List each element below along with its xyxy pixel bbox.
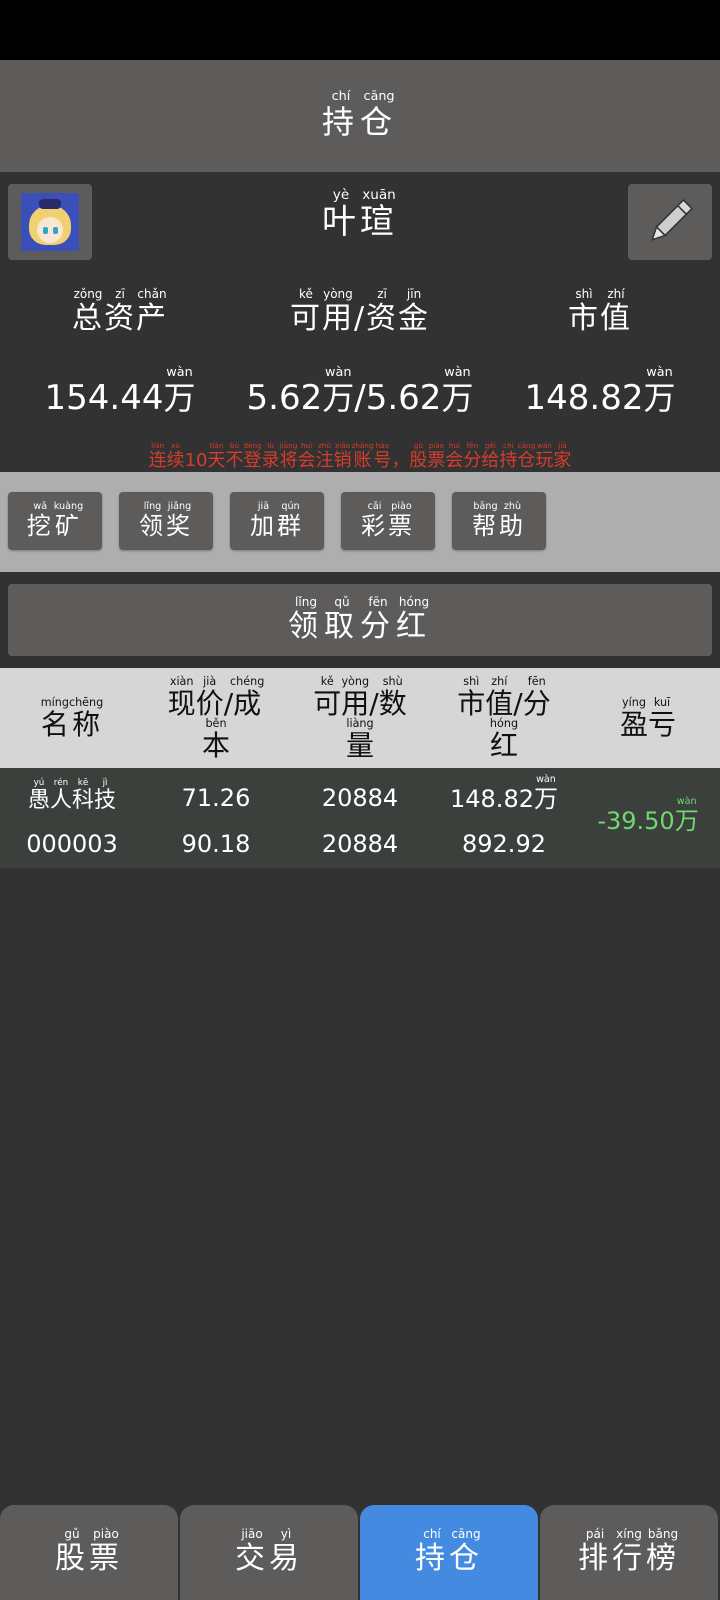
holdings-table-header: 名míng称chēng 现xiàn价jià/成chéng 本běn 可kě用yòn… <box>0 668 720 768</box>
available-funds-value: 5.62万wàn/5.62万wàn <box>246 365 474 418</box>
mining-button[interactable]: 挖wā 矿kuàng <box>8 492 102 550</box>
col-price-cost: 现xiàn价jià/成chéng 本běn <box>167 674 265 762</box>
total-quantity: 20884 <box>321 830 399 858</box>
holding-market-value: 148.82万wàn <box>450 774 558 813</box>
col-name: 名míng称chēng <box>40 695 104 741</box>
market-value-value: 148.82万wàn <box>524 365 676 418</box>
reward-button[interactable]: 领lǐng 奖jiǎng <box>119 492 213 550</box>
current-price: 71.26 <box>181 784 251 812</box>
col-pnl: 盈yíng亏kuī <box>619 695 677 741</box>
status-bar <box>0 0 720 60</box>
nav-holdings[interactable]: 持chí 仓cāng <box>360 1505 538 1600</box>
stock-name: 愚yú人rén科kē技jì <box>27 778 117 813</box>
lottery-button[interactable]: 彩cǎi 票piào <box>341 492 435 550</box>
nav-ranking[interactable]: 排pái 行xíng 榜bǎng <box>540 1505 718 1600</box>
holding-dividend: 892.92 <box>462 830 546 858</box>
nav-trade[interactable]: 交jiāo 易yì <box>180 1505 358 1600</box>
inactivity-warning: 连lián续xù10天tiān不bù登dēng录lù将jiāng会huì注zhù… <box>148 441 572 471</box>
col-market-value-dividend: 市shì值zhí/分fēn 红hóng <box>457 674 551 762</box>
join-group-button[interactable]: 加jiā 群qún <box>230 492 324 550</box>
claim-dividend-button[interactable]: 领lǐng 取qǔ 分fēn 红hóng <box>8 584 712 656</box>
edit-profile-button[interactable] <box>628 184 712 260</box>
cost-price: 90.18 <box>181 830 251 858</box>
page-header: 持chí仓cāng <box>0 60 720 172</box>
avatar <box>21 193 79 251</box>
stock-code: 000003 <box>26 830 118 858</box>
avatar-button[interactable] <box>8 184 92 260</box>
page-title: 持chí仓cāng <box>321 88 399 141</box>
table-row[interactable]: 愚yú人rén科kē技jì 000003 71.26 90.18 20884 2… <box>0 768 720 868</box>
available-funds-label: 可kě用yòng/资zī金jīn <box>289 287 431 336</box>
market-value-label: 市shì值zhí <box>568 287 632 336</box>
available-quantity: 20884 <box>321 784 399 812</box>
total-assets-value: 154.44万wàn <box>44 365 196 418</box>
nav-stocks[interactable]: 股gǔ 票piào <box>0 1505 178 1600</box>
col-quantity: 可kě用yòng/数shù 量liàng <box>313 674 407 762</box>
username: 叶yè瑄xuān <box>322 187 398 242</box>
pencil-icon <box>651 199 693 241</box>
help-button[interactable]: 帮bāng 助zhù <box>452 492 546 550</box>
profit-loss: -39.50万wàn <box>597 796 699 835</box>
total-assets-label: 总zǒng资zī产chǎn <box>72 287 168 336</box>
